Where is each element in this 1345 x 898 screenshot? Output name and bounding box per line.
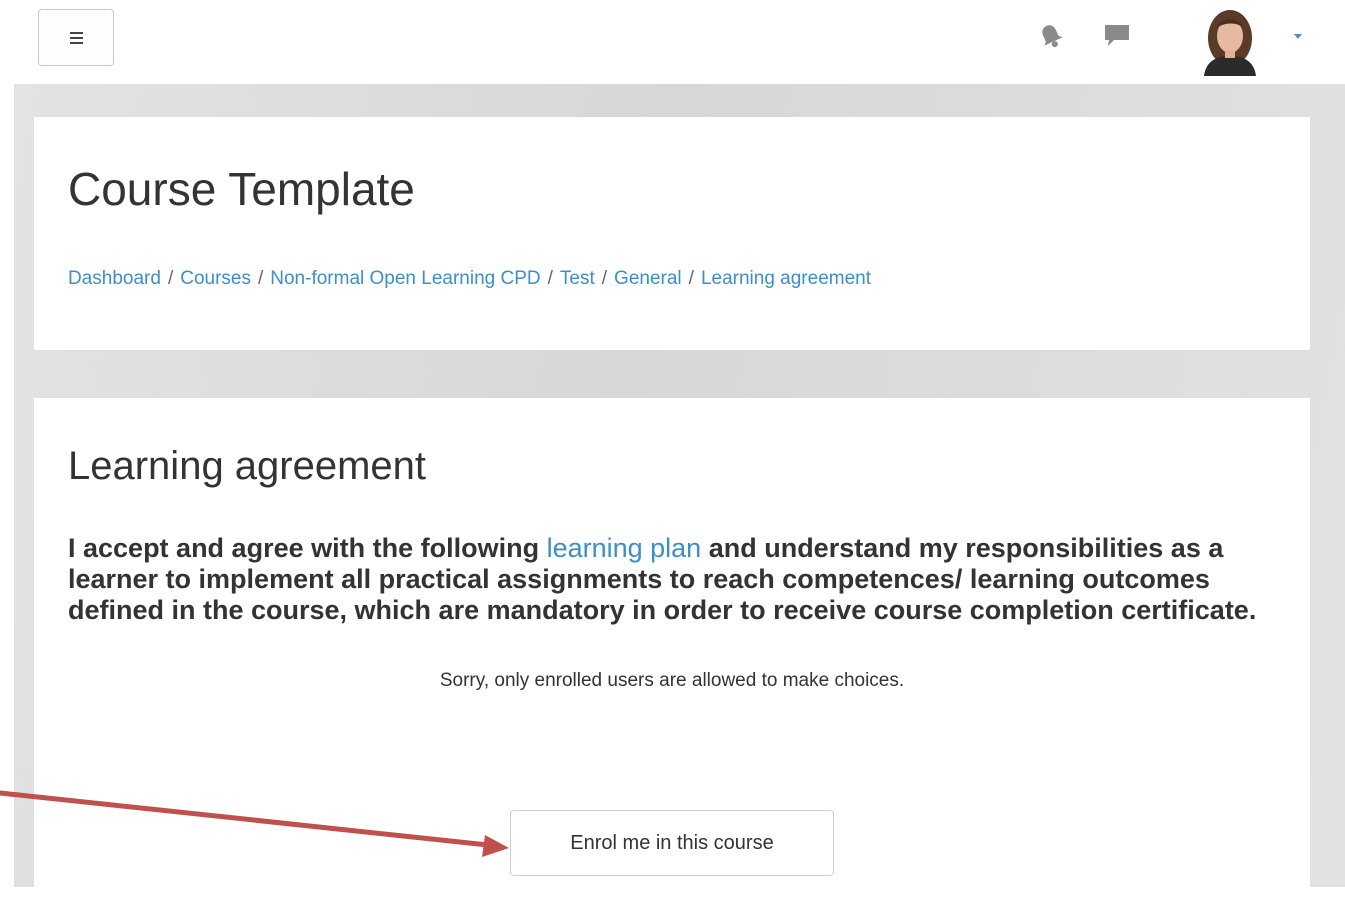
enrolment-notice: Sorry, only enrolled users are allowed t… [439,670,905,691]
enrol-button[interactable]: Enrol me in this course [510,810,834,876]
page-title: Course Template [68,163,415,215]
breadcrumb: Dashboard / Courses / Non-formal Open Learni… [68,268,872,289]
caret-down-icon[interactable] [1294,34,1302,39]
agreement-text: I accept and agree with the following le… [68,533,1257,625]
navbar [0,0,1345,84]
breadcrumb-course[interactable]: Test [560,268,595,289]
breadcrumb-section[interactable]: General [614,268,682,289]
breadcrumb-category[interactable]: Non-formal Open Learning CPD [270,268,540,289]
activity-title: Learning agreement [68,444,427,488]
main-content: Learning agreement I accept and agree wi… [34,398,1310,898]
hamburger-icon [70,32,83,44]
breadcrumb-activity[interactable]: Learning agreement [701,268,871,289]
page-header: Course Template Dashboard / Courses / Non-fo… [34,117,1310,350]
speech-bubble-icon[interactable] [1102,23,1132,49]
learning-plan-link[interactable]: learning plan [547,533,702,563]
breadcrumb-dashboard[interactable]: Dashboard [68,268,161,289]
breadcrumb-courses[interactable]: Courses [180,268,251,289]
avatar[interactable] [1196,4,1264,76]
menu-toggle-button[interactable] [38,9,114,66]
bell-icon[interactable] [1038,22,1064,50]
